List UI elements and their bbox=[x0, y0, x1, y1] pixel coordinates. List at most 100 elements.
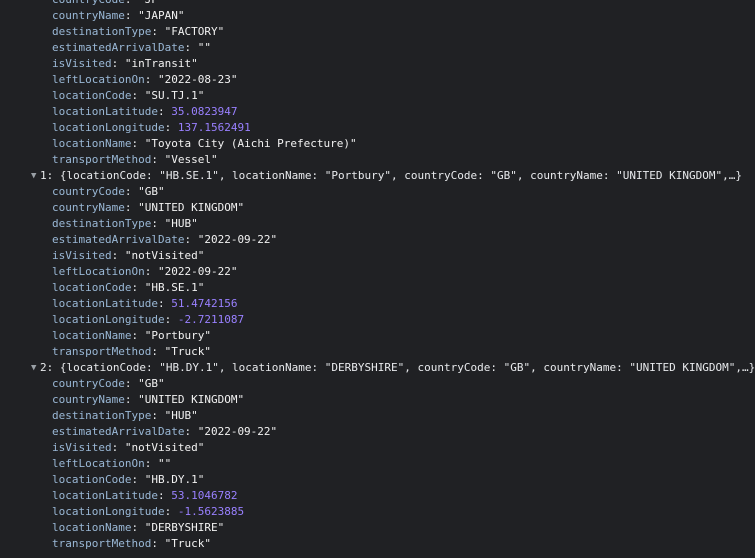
property-key: locationLongitude bbox=[52, 121, 165, 134]
property-row: isVisited: "notVisited" bbox=[52, 441, 205, 454]
property-row: countryCode: "GB" bbox=[52, 185, 165, 198]
property-key: destinationType bbox=[52, 217, 152, 230]
array-item-row[interactable]: ▼ 2: {locationCode: "HB.DY.1", locationNa… bbox=[0, 360, 755, 376]
property-key: leftLocationOn bbox=[52, 265, 145, 278]
property-key: locationName bbox=[52, 329, 132, 342]
property-key: locationCode bbox=[52, 281, 132, 294]
property-row: countryName: "UNITED KINGDOM" bbox=[52, 201, 245, 214]
property-key: isVisited bbox=[52, 441, 112, 454]
property-key: locationCode bbox=[52, 473, 132, 486]
property-value-string: "Toyota City (Aichi Prefecture)" bbox=[144, 137, 357, 150]
property-key: locationName bbox=[52, 137, 132, 150]
property-key: locationCode bbox=[52, 89, 132, 102]
property-row: leftLocationOn: "2022-08-23" bbox=[52, 73, 238, 86]
property-value-string: "UNITED KINGDOM" bbox=[138, 393, 245, 406]
property-row: leftLocationOn: "2022-09-22" bbox=[52, 265, 238, 278]
property-key: estimatedArrivalDate bbox=[52, 233, 185, 246]
property-key: locationLatitude bbox=[52, 297, 158, 310]
property-row: locationName: "Portbury" bbox=[52, 329, 211, 342]
property-key: estimatedArrivalDate bbox=[52, 41, 185, 54]
property-key: transportMethod bbox=[52, 153, 152, 166]
property-value-string: "notVisited" bbox=[124, 441, 205, 454]
property-row: estimatedArrivalDate: "" bbox=[52, 41, 211, 54]
property-row: locationCode: "HB.DY.1" bbox=[52, 473, 205, 486]
property-key: destinationType bbox=[52, 409, 152, 422]
property-value-string: "2022-08-23" bbox=[157, 73, 238, 86]
property-row: locationLongitude: -2.7211087 bbox=[52, 313, 245, 326]
property-value-number: -1.5623885 bbox=[177, 505, 245, 518]
property-key: countryCode bbox=[52, 377, 125, 390]
property-row: destinationType: "HUB" bbox=[52, 409, 198, 422]
object-preview-summary: {locationCode: "HB.DY.1", locationName: … bbox=[59, 361, 755, 374]
property-row: locationCode: "SU.TJ.1" bbox=[52, 89, 205, 102]
array-item-row[interactable]: ▼ 1: {locationCode: "HB.SE.1", locationNa… bbox=[0, 168, 755, 184]
property-value-number: 53.1046782 bbox=[171, 489, 238, 502]
property-key: leftLocationOn bbox=[52, 457, 145, 470]
property-key: estimatedArrivalDate bbox=[52, 425, 185, 438]
property-row: countryCode: "JP" bbox=[0, 0, 755, 8]
expand-triangle-icon[interactable]: ▼ bbox=[31, 360, 36, 376]
property-key: locationLatitude bbox=[52, 489, 158, 502]
array-index: 1: bbox=[40, 169, 54, 182]
property-value-string: "" bbox=[157, 457, 172, 470]
property-row: locationLatitude: 53.1046782 bbox=[52, 489, 238, 502]
property-row: estimatedArrivalDate: "2022-09-22" bbox=[52, 233, 278, 246]
property-value-string: "2022-09-22" bbox=[197, 233, 278, 246]
property-value-string: "2022-09-22" bbox=[197, 425, 278, 438]
property-value-string: "HB.DY.1" bbox=[144, 473, 205, 486]
property-value-string: "" bbox=[197, 41, 211, 54]
devtools-console-object-tree: countryCode: "JP"countryName: "JAPAN" des… bbox=[0, 0, 755, 552]
property-value-string: "HB.SE.1" bbox=[144, 281, 205, 294]
property-row: countryCode: "GB" bbox=[52, 377, 165, 390]
array-index: 2: bbox=[40, 361, 54, 374]
property-key: countryName bbox=[52, 201, 125, 214]
property-value-string: "JP" bbox=[138, 0, 165, 6]
property-row: countryName: "JAPAN" bbox=[52, 9, 185, 22]
property-value-number: -2.7211087 bbox=[177, 313, 245, 326]
property-row: locationName: "DERBYSHIRE" bbox=[52, 521, 225, 534]
property-row: isVisited: "notVisited" bbox=[52, 249, 205, 262]
property-value-string: "GB" bbox=[138, 377, 165, 390]
property-value-string: "Vessel" bbox=[164, 153, 218, 166]
property-value-string: "DERBYSHIRE" bbox=[144, 521, 225, 534]
property-key: locationLongitude bbox=[52, 505, 165, 518]
property-key: countryCode bbox=[52, 0, 125, 6]
property-row: leftLocationOn: "" bbox=[52, 457, 172, 470]
expand-triangle-icon[interactable]: ▼ bbox=[31, 168, 36, 184]
property-value-string: "notVisited" bbox=[124, 249, 205, 262]
property-key: locationLatitude bbox=[52, 105, 158, 118]
property-value-number: 51.4742156 bbox=[171, 297, 238, 310]
property-value-string: "FACTORY" bbox=[164, 25, 225, 38]
property-value-string: "HUB" bbox=[164, 409, 198, 422]
property-row: locationCode: "HB.SE.1" bbox=[52, 281, 205, 294]
property-key: countryName bbox=[52, 393, 125, 406]
property-value-string: "UNITED KINGDOM" bbox=[138, 201, 245, 214]
property-row: locationLatitude: 51.4742156 bbox=[52, 297, 238, 310]
property-key: destinationType bbox=[52, 25, 152, 38]
property-row: destinationType: "HUB" bbox=[52, 217, 198, 230]
property-row: isVisited: "inTransit" bbox=[52, 57, 198, 70]
property-value-number: 35.0823947 bbox=[171, 105, 238, 118]
property-value-string: "Truck" bbox=[164, 345, 211, 358]
property-row: transportMethod: "Truck" bbox=[52, 537, 211, 550]
property-value-string: "JAPAN" bbox=[138, 9, 185, 22]
property-value-string: "HUB" bbox=[164, 217, 198, 230]
property-row: locationLatitude: 35.0823947 bbox=[52, 105, 238, 118]
property-value-number: 137.1562491 bbox=[177, 121, 251, 134]
property-value-string: "SU.TJ.1" bbox=[144, 89, 205, 102]
property-row: transportMethod: "Vessel" bbox=[52, 153, 218, 166]
property-key: transportMethod bbox=[52, 345, 152, 358]
property-key: locationLongitude bbox=[52, 313, 165, 326]
property-key: countryCode bbox=[52, 185, 125, 198]
property-value-string: "GB" bbox=[138, 185, 165, 198]
property-key: leftLocationOn bbox=[52, 73, 145, 86]
property-value-string: "Truck" bbox=[164, 537, 211, 550]
property-key: transportMethod bbox=[52, 537, 152, 550]
object-preview-summary: {locationCode: "HB.SE.1", locationName: … bbox=[59, 169, 742, 182]
property-row: countryName: "UNITED KINGDOM" bbox=[52, 393, 245, 406]
property-row: estimatedArrivalDate: "2022-09-22" bbox=[52, 425, 278, 438]
property-value-string: "inTransit" bbox=[124, 57, 198, 70]
property-row: destinationType: "FACTORY" bbox=[52, 25, 225, 38]
property-row: locationLongitude: 137.1562491 bbox=[52, 121, 251, 134]
property-key: isVisited bbox=[52, 57, 112, 70]
